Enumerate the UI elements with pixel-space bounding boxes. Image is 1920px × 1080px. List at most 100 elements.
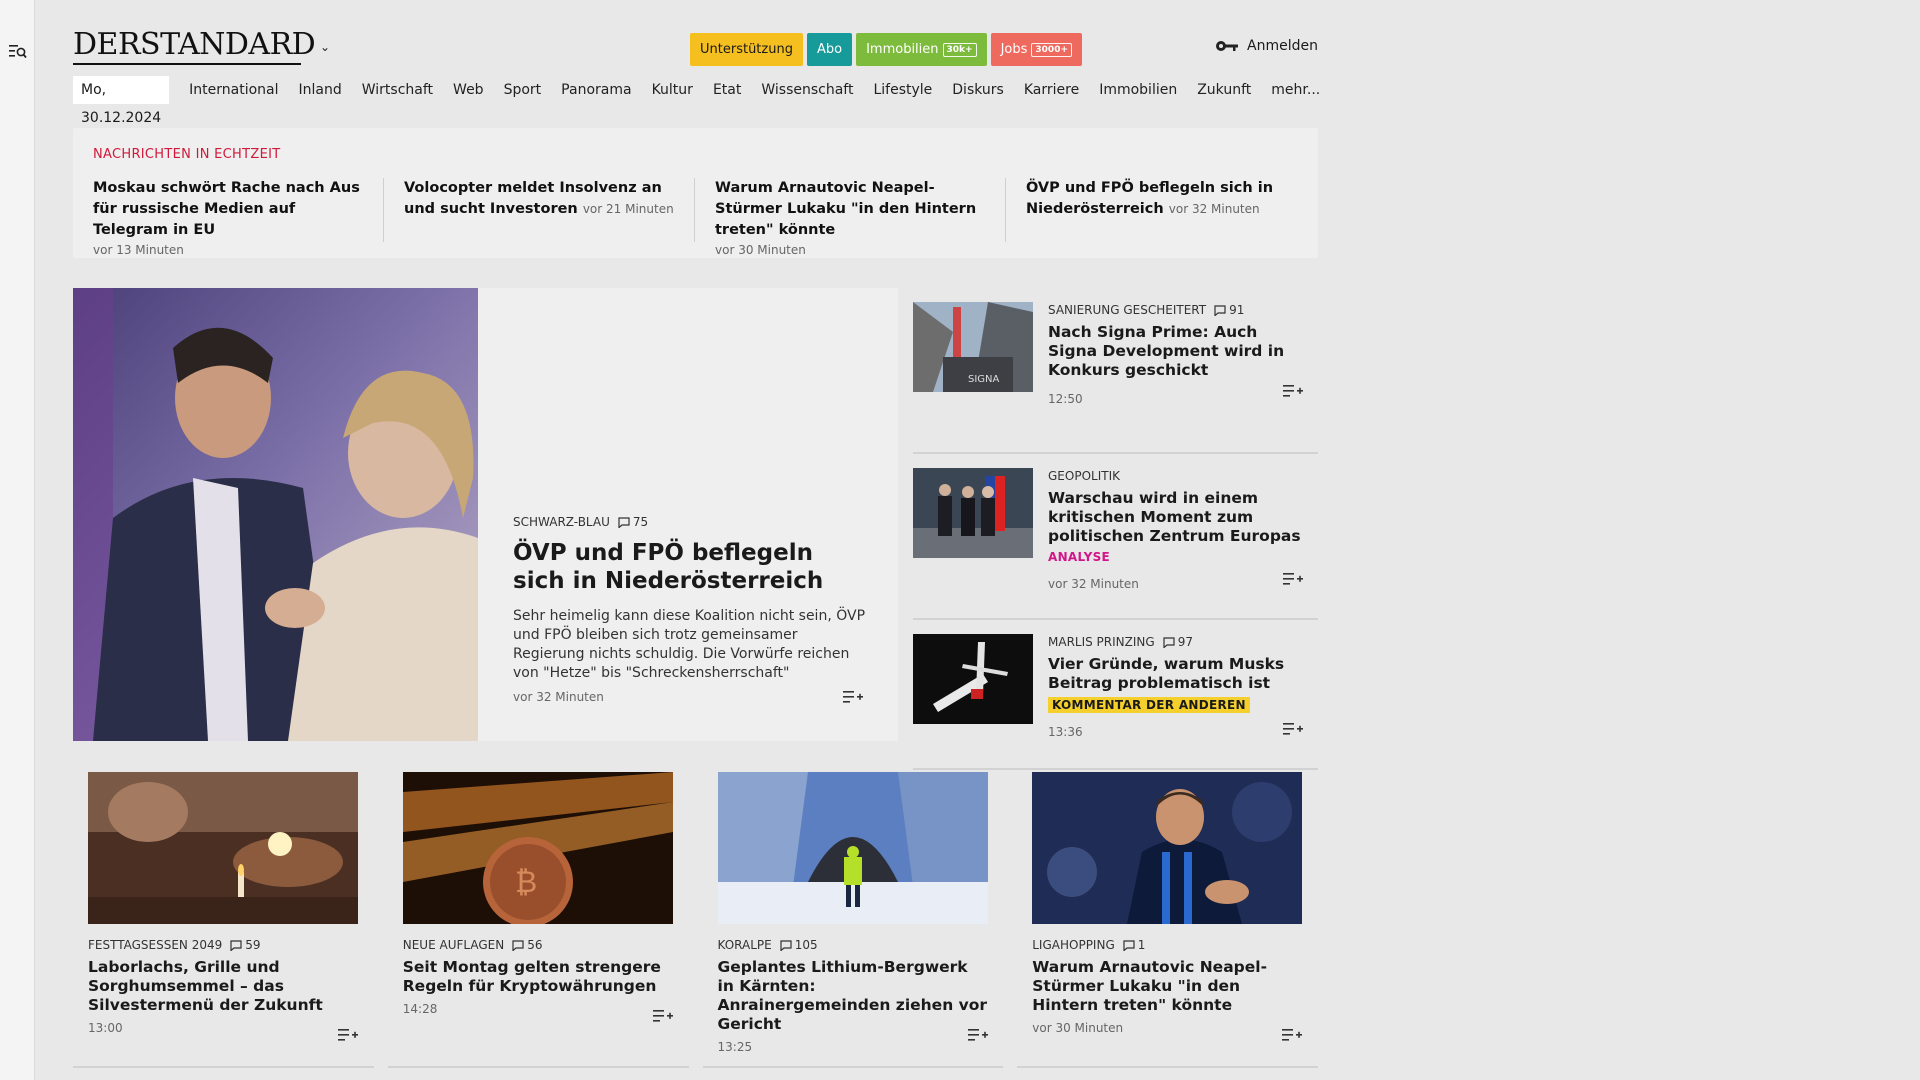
ticker-item[interactable]: Warum Arnautovic Neapel-Stürmer Lukaku "…	[695, 178, 1006, 257]
side-article[interactable]: MARLIS PRINZING 97 Vier Gründe, warum Mu…	[913, 620, 1318, 770]
nav-item-kultur[interactable]: Kultur	[642, 82, 703, 98]
teaser-card[interactable]: FESTTAGSESSEN 2049 59 Laborlachs, Grille…	[73, 756, 374, 1068]
add-to-list-icon[interactable]	[1283, 722, 1303, 736]
abo-button[interactable]: Abo	[806, 33, 853, 66]
comment-number: 105	[794, 938, 818, 952]
nav-item-wirtschaft[interactable]: Wirtschaft	[352, 82, 443, 98]
lead-kicker: SCHWARZ-BLAU 75	[513, 515, 868, 529]
nav-item-wissenschaft[interactable]: Wissenschaft	[751, 82, 863, 98]
card-kicker: NEUE AUFLAGEN 56	[403, 938, 673, 952]
add-to-list-icon[interactable]	[652, 1009, 673, 1023]
lead-comment-number: 75	[632, 515, 649, 529]
nav-item-lifestyle[interactable]: Lifestyle	[863, 82, 942, 98]
teaser-image	[717, 772, 988, 924]
add-to-list-icon[interactable]	[1283, 572, 1303, 586]
analyse-badge: ANALYSE	[1048, 550, 1111, 564]
side-article[interactable]: SIGNA SANIERUNG GESCHEITERT 91 Nach Sign…	[913, 288, 1318, 454]
ticker-item[interactable]: ÖVP und FPÖ beflegeln sich in Nieder­öst…	[1006, 178, 1317, 242]
comment-number: 59	[245, 938, 261, 952]
comment-icon	[512, 939, 524, 951]
comment-count[interactable]: 91	[1214, 303, 1244, 317]
jobs-button[interactable]: Jobs 3000+	[990, 33, 1082, 66]
nav-item-zukunft[interactable]: Zukunft	[1187, 82, 1261, 98]
chevron-down-icon[interactable]: ⌄	[320, 40, 330, 54]
comment-count[interactable]: 59	[230, 938, 261, 952]
ticker-time: vor 13 Minuten	[93, 243, 184, 257]
nav-item-more[interactable]: mehr...	[1261, 82, 1330, 98]
lead-article[interactable]: SCHWARZ-BLAU 75 ÖVP und FPÖ beflegeln si…	[73, 288, 898, 741]
side-kicker: SANIERUNG GESCHEITERT 91	[1048, 303, 1308, 317]
comment-number: 97	[1177, 635, 1193, 649]
login-button[interactable]: Anmelden	[1215, 38, 1318, 54]
nav-item-panorama[interactable]: Panorama	[551, 82, 641, 98]
lead-headline: ÖVP und FPÖ beflegeln sich in Niederöste…	[513, 540, 824, 594]
teaser-image	[1032, 772, 1303, 924]
support-button[interactable]: Unterstützung	[690, 33, 803, 66]
lead-article-text: SCHWARZ-BLAU 75 ÖVP und FPÖ beflegeln si…	[513, 515, 868, 683]
comment-count[interactable]: 97	[1163, 635, 1193, 649]
nav-item-karriere[interactable]: Karriere	[1014, 82, 1089, 98]
article-thumbnail	[913, 634, 1033, 724]
card-kicker: KORALPE 105	[718, 938, 988, 952]
jobs-count-badge: 3000+	[1031, 42, 1072, 57]
side-article[interactable]: GEOPOLITIK Warschau wird in einem kritis…	[913, 454, 1318, 620]
lead-article-image	[73, 288, 478, 741]
card-headline: Warum Arnautovic Neapel-Stürmer Lukaku "…	[1032, 958, 1268, 1014]
add-to-list-icon[interactable]	[1283, 384, 1303, 398]
comment-icon	[1123, 939, 1135, 951]
card-headline: Laborlachs, Grille und Sorghumsemmel – d…	[88, 958, 323, 1014]
comment-number: 56	[527, 938, 543, 952]
header-pills: Unterstützung Abo Immobilien 30k+ Jobs 300…	[690, 33, 1082, 66]
site-logo[interactable]: DERSTANDARD	[73, 30, 316, 60]
nav-item-web[interactable]: Web	[443, 82, 494, 98]
article-thumbnail: SIGNA	[913, 302, 1033, 392]
svg-text:SIGNA: SIGNA	[968, 374, 1000, 385]
comment-count[interactable]: 1	[1123, 938, 1145, 952]
kommentar-badge: KOMMENTAR DER ANDEREN	[1048, 697, 1250, 713]
logo-underline	[73, 63, 301, 65]
nav-item-etat[interactable]: Etat	[703, 82, 751, 98]
side-kicker-text: GEOPOLITIK	[1048, 469, 1120, 483]
side-headline: Vier Gründe, warum Musks Beitrag problem…	[1048, 655, 1285, 692]
ticker-item[interactable]: Volocopter meldet Insolvenz an und sucht…	[384, 178, 695, 242]
comment-icon	[1163, 636, 1175, 648]
card-time: vor 30 Minuten	[1032, 1021, 1124, 1035]
ticker-heading: NACHRICHTEN IN ECHTZEIT	[93, 147, 281, 162]
card-time: 14:28	[402, 1002, 438, 1016]
add-to-list-icon[interactable]	[338, 1028, 358, 1042]
add-to-list-icon[interactable]	[967, 1028, 988, 1042]
side-kicker-text: SANIERUNG GESCHEITERT	[1048, 303, 1207, 317]
menu-search-icon[interactable]	[9, 43, 27, 59]
add-to-list-icon[interactable]	[843, 690, 863, 704]
add-to-list-icon[interactable]	[1282, 1028, 1303, 1042]
comment-icon	[780, 939, 792, 951]
live-news-ticker: NACHRICHTEN IN ECHTZEIT Moskau schwört R…	[73, 128, 1318, 258]
nav-item-inland[interactable]: Inland	[289, 82, 352, 98]
teaser-card[interactable]: LIGAHOPPING 1 Warum Arnautovic Neapel-St…	[1017, 756, 1318, 1068]
side-articles: SIGNA SANIERUNG GESCHEITERT 91 Nach Sign…	[913, 288, 1318, 770]
card-kicker-text: FESTTAGSESSEN 2049	[88, 938, 223, 952]
nav-item-sport[interactable]: Sport	[494, 82, 552, 98]
teaser-image	[88, 772, 358, 924]
side-headline: Nach Signa Prime: Auch Signa Development…	[1048, 323, 1285, 379]
ticker-item[interactable]: Moskau schwört Rache nach Aus für russis…	[73, 178, 384, 257]
ticker-title: Warum Arnautovic Neapel-Stürmer Lukaku "…	[715, 180, 977, 238]
key-icon	[1216, 41, 1239, 51]
lead-teaser: Sehr heimelig kann diese Koalition nicht…	[513, 608, 866, 681]
teaser-card[interactable]: ₿ NEUE AUFLAGEN 56 Seit Montag gelten st…	[387, 756, 689, 1068]
nav-item-international[interactable]: International	[181, 82, 288, 98]
immobilien-button[interactable]: Immobilien 30k+	[856, 33, 987, 66]
comment-icon	[618, 516, 630, 528]
lead-comment-count[interactable]: 75	[618, 515, 648, 529]
side-time: 12:50	[1048, 392, 1083, 406]
comment-count[interactable]: 56	[512, 938, 542, 952]
immobilien-count-badge: 30k+	[942, 42, 977, 57]
nav-item-diskurs[interactable]: Diskurs	[942, 82, 1014, 98]
side-kicker-text: MARLIS PRINZING	[1048, 635, 1155, 649]
nav-item-immobilien[interactable]: Immobilien	[1089, 82, 1187, 98]
comment-icon	[1214, 304, 1226, 316]
teaser-card[interactable]: KORALPE 105 Geplantes Lithium-Bergwerk i…	[702, 756, 1004, 1068]
comment-count[interactable]: 105	[780, 938, 818, 952]
comment-number: 91	[1229, 303, 1245, 317]
lead-time: vor 32 Minuten	[513, 690, 604, 704]
